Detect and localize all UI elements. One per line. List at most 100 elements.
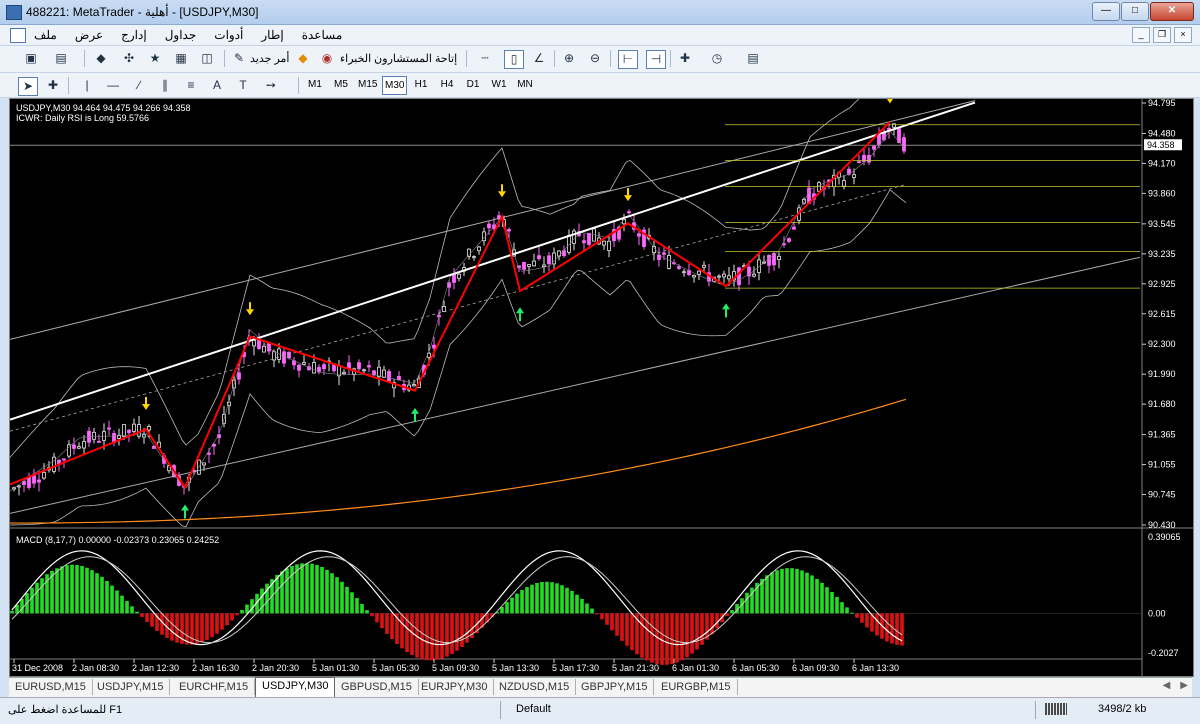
maximize-button[interactable]: □: [1121, 2, 1149, 21]
market-watch-icon[interactable]: ◆: [92, 50, 110, 67]
macd-histogram-bar: [70, 564, 74, 614]
terminal-icon[interactable]: ▦: [172, 50, 190, 67]
price-label: 91.990: [1148, 369, 1176, 379]
new-chart-icon[interactable]: ▣: [22, 50, 40, 67]
metaeditor-icon[interactable]: ◆: [294, 50, 312, 67]
menu-charts[interactable]: جداول: [165, 28, 197, 42]
candle-body: [372, 370, 376, 376]
cursor-icon[interactable]: ➤: [18, 77, 38, 96]
macd-histogram-bar: [655, 613, 659, 665]
equidistant-channel-icon[interactable]: ∥: [156, 77, 174, 94]
new-order-icon[interactable]: ✎: [230, 50, 248, 67]
text-label-icon[interactable]: T: [234, 77, 252, 94]
timeframe-h1[interactable]: H1: [410, 76, 432, 93]
zoom-out-icon[interactable]: ⊖: [586, 50, 604, 67]
chart-shift-icon[interactable]: ⊣: [646, 50, 666, 69]
tab-usdjpy-m15[interactable]: USDJPY,M15: [91, 679, 171, 695]
fibonacci-icon[interactable]: ≡: [182, 77, 200, 94]
new-order-button[interactable]: أمر جديد: [250, 52, 289, 65]
strategy-tester-icon[interactable]: ◫: [198, 50, 216, 67]
child-restore-button[interactable]: ❐: [1153, 27, 1171, 43]
macd-histogram-bar: [140, 613, 144, 617]
menu-insert[interactable]: إدارج: [121, 28, 147, 42]
menu-help[interactable]: مساعدة: [302, 28, 343, 42]
candle-body: [852, 174, 856, 178]
macd-histogram-bar: [20, 598, 24, 614]
timeframe-m15[interactable]: M15: [356, 76, 379, 93]
macd-histogram-bar: [30, 587, 34, 614]
tab-gbpusd-m15[interactable]: GBPUSD,M15: [335, 679, 419, 695]
menu-window[interactable]: إطار: [261, 28, 283, 42]
timeframe-d1[interactable]: D1: [462, 76, 484, 93]
horizontal-line-icon[interactable]: —: [104, 77, 122, 94]
symbol-info: USDJPY,M30 94.464 94.475 94.266 94.358: [16, 103, 190, 113]
macd-histogram-bar: [765, 575, 769, 614]
time-label: 5 Jan 05:30: [372, 663, 419, 673]
menu-view[interactable]: عرض: [75, 28, 103, 42]
zoom-in-icon[interactable]: ⊕: [560, 50, 578, 67]
macd-histogram-bar: [685, 613, 689, 658]
tab-eurusd-m15[interactable]: EURUSD,M15: [9, 679, 93, 695]
timeframe-m30[interactable]: M30: [382, 76, 408, 95]
macd-histogram-bar: [800, 570, 804, 614]
child-minimize-button[interactable]: _: [1132, 27, 1150, 43]
candle-body: [692, 275, 696, 278]
expert-advisors-icon[interactable]: ◉: [318, 50, 336, 67]
auto-scroll-icon[interactable]: ⊢: [618, 50, 638, 69]
data-window-icon[interactable]: ★: [146, 50, 164, 67]
time-label: 5 Jan 21:30: [612, 663, 659, 673]
sell-arrow-icon: [887, 99, 893, 104]
candle-body: [842, 180, 846, 187]
timeframe-w1[interactable]: W1: [488, 76, 510, 93]
macd-histogram-bar: [510, 597, 514, 614]
indicators-icon[interactable]: ✚: [676, 50, 694, 67]
tab-usdjpy-m30[interactable]: USDJPY,M30: [255, 677, 336, 697]
macd-histogram-bar: [690, 613, 694, 654]
templates-icon[interactable]: ▤: [744, 50, 762, 67]
tab-scroll-right-icon[interactable]: ▶: [1180, 680, 1188, 691]
macd-histogram-bar: [35, 582, 39, 614]
menu-file[interactable]: ملف: [34, 28, 57, 42]
child-close-button[interactable]: ×: [1174, 27, 1192, 43]
vertical-line-icon[interactable]: |: [78, 77, 96, 94]
macd-histogram-bar: [820, 582, 824, 614]
navigator-icon[interactable]: ✣: [120, 50, 138, 67]
timeframe-m5[interactable]: M5: [330, 76, 352, 93]
line-chart-icon[interactable]: ∠: [530, 50, 548, 67]
timeframe-m1[interactable]: M1: [304, 76, 326, 93]
candle-body: [537, 255, 541, 260]
macd-histogram-bar: [615, 613, 619, 636]
tab-eurchf-m15[interactable]: EURCHF,M15: [173, 679, 256, 695]
macd-histogram-bar: [385, 613, 389, 634]
close-button[interactable]: ✕: [1150, 2, 1194, 21]
tab-nzdusd-m15[interactable]: NZDUSD,M15: [493, 679, 577, 695]
time-label: 6 Jan 09:30: [792, 663, 839, 673]
macd-histogram-bar: [105, 580, 109, 614]
crosshair-icon[interactable]: ✚: [44, 77, 62, 94]
price-chart[interactable]: USDJPY,M30 94.464 94.475 94.266 94.358 I…: [10, 99, 1193, 676]
arrows-icon[interactable]: ➙: [262, 77, 280, 94]
macd-histogram-bar: [605, 613, 609, 625]
candle-body: [257, 339, 261, 349]
timeframe-mn[interactable]: MN: [514, 76, 536, 93]
tab-scroll-left-icon[interactable]: ◀: [1163, 680, 1171, 691]
buy-arrow-icon: [722, 303, 730, 310]
minimize-button[interactable]: —: [1092, 2, 1120, 21]
text-icon[interactable]: A: [208, 77, 226, 94]
candlestick-chart-icon[interactable]: ▯: [504, 50, 524, 69]
profiles-icon[interactable]: ▤: [52, 50, 70, 67]
bar-chart-icon[interactable]: ┄: [476, 50, 494, 67]
macd-histogram-bar: [445, 613, 449, 657]
chart-tabs: EURUSD,M15 USDJPY,M15 EURCHF,M15 USDJPY,…: [9, 677, 1192, 697]
macd-histogram-bar: [675, 613, 679, 663]
time-label: 2 Jan 08:30: [72, 663, 119, 673]
expert-advisors-button[interactable]: إتاحة المستشارون الخبراء: [340, 52, 457, 65]
menu-tools[interactable]: أدوات: [214, 28, 243, 42]
periods-icon[interactable]: ◷: [708, 50, 726, 67]
tab-gbpjpy-m15[interactable]: GBPJPY,M15: [575, 679, 655, 695]
timeframe-h4[interactable]: H4: [436, 76, 458, 93]
trendline-icon[interactable]: ∕: [130, 77, 148, 94]
tab-eurgbp-m15[interactable]: EURGBP,M15: [655, 679, 738, 695]
tab-eurjpy-m30[interactable]: EURJPY,M30: [415, 679, 495, 695]
chart-window[interactable]: USDJPY,M30 94.464 94.475 94.266 94.358 I…: [9, 98, 1194, 677]
